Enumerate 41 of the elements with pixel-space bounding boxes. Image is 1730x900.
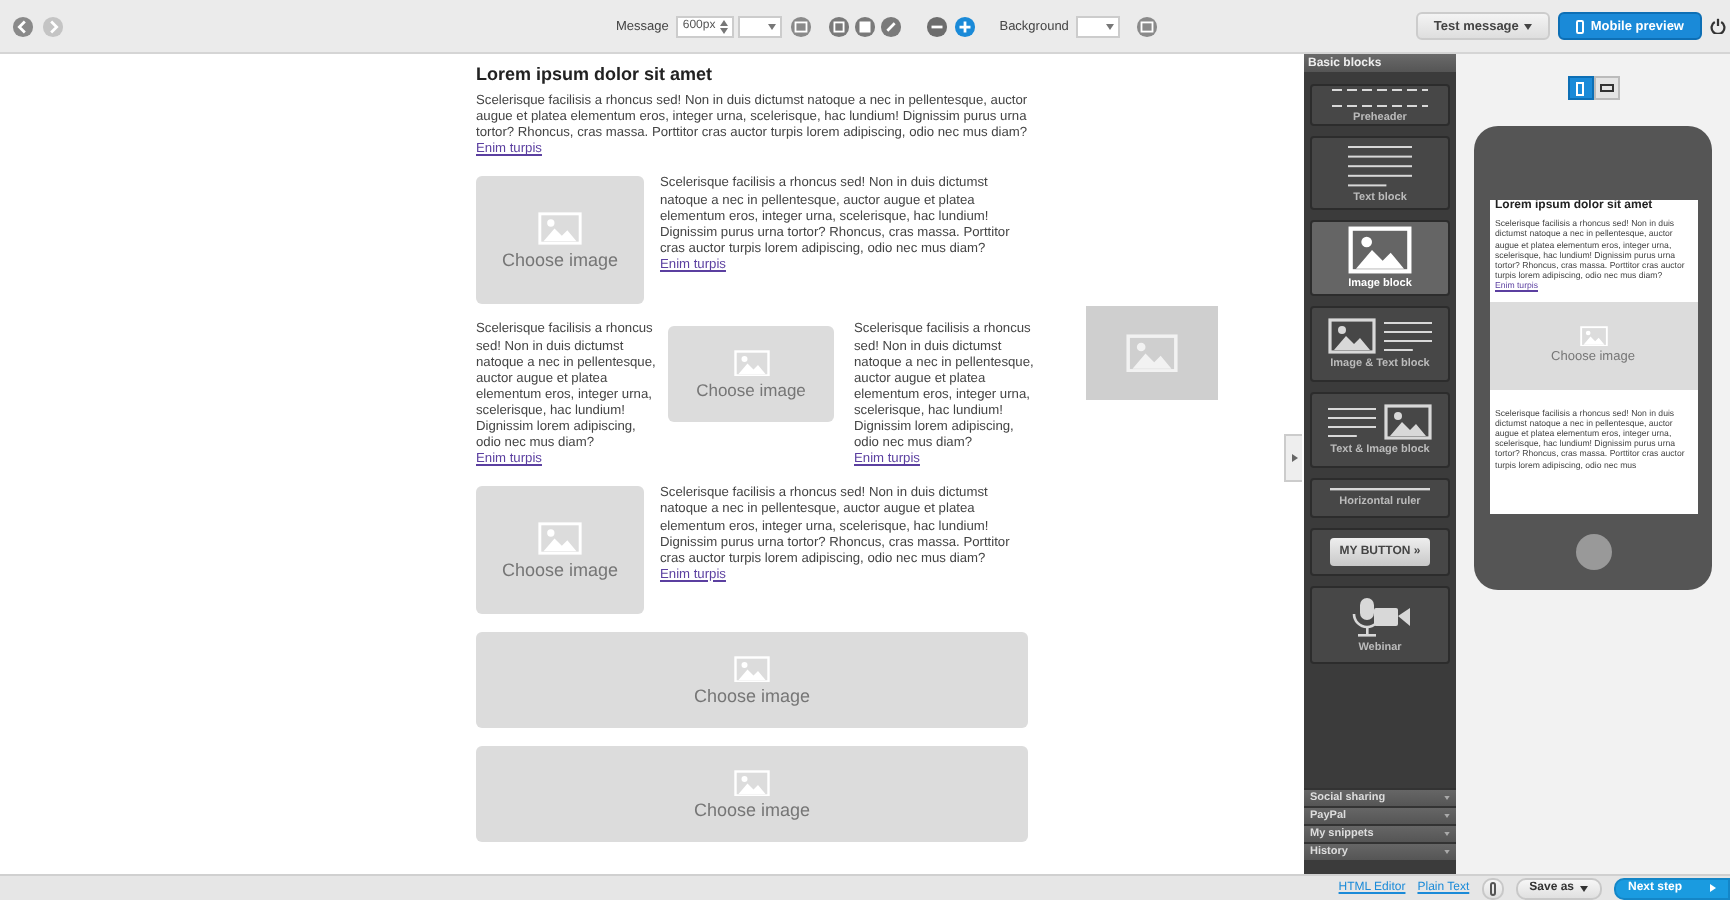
choose-image-button[interactable]: Choose image (476, 632, 1028, 729)
caret-icon (1444, 832, 1450, 836)
choose-image-button[interactable]: Choose image (476, 176, 644, 305)
dashed-lines-icon (1332, 87, 1428, 107)
text-lines-icon (1348, 143, 1412, 187)
collapse-button[interactable] (1284, 434, 1302, 482)
border-icon (827, 15, 850, 37)
caret-icon (1524, 23, 1533, 29)
landscape-button[interactable] (1593, 76, 1619, 100)
choose-image-button[interactable]: Choose image (476, 746, 1028, 843)
back-icon (12, 15, 34, 37)
plus-icon (953, 15, 976, 37)
color-dropdown[interactable] (737, 15, 782, 37)
caret-icon (1444, 850, 1450, 854)
caret-icon (1444, 814, 1450, 818)
ruler-line-icon (1330, 488, 1430, 492)
caret-icon (767, 23, 776, 29)
phone-landscape-icon (1599, 84, 1613, 92)
background-dropdown[interactable] (1076, 15, 1121, 37)
choose-image-button[interactable]: Choose image (476, 486, 644, 615)
padding-icon (853, 15, 876, 37)
caret-icon (1710, 884, 1716, 892)
power-icon (1710, 18, 1726, 34)
image-text-icon (1328, 318, 1432, 354)
link-icon (879, 15, 902, 37)
caret-icon (1580, 885, 1588, 891)
forward-icon (42, 15, 64, 37)
microphone-camera-icon (1350, 597, 1410, 637)
portrait-button[interactable] (1567, 76, 1593, 100)
attachment-button[interactable] (1481, 877, 1504, 899)
caret-icon (1444, 796, 1450, 800)
spinner-icon (719, 19, 728, 33)
email-title: Lorem ipsum dolor sit amet (476, 66, 715, 83)
phone-icon (1576, 19, 1585, 33)
choose-image-button[interactable]: Choose image (668, 326, 834, 423)
home-button[interactable] (1575, 534, 1611, 570)
phone-icon (1576, 81, 1584, 95)
caret-icon (1106, 23, 1115, 29)
minus-icon (925, 15, 948, 37)
text-image-icon (1328, 404, 1432, 440)
caret-icon (1291, 454, 1297, 462)
